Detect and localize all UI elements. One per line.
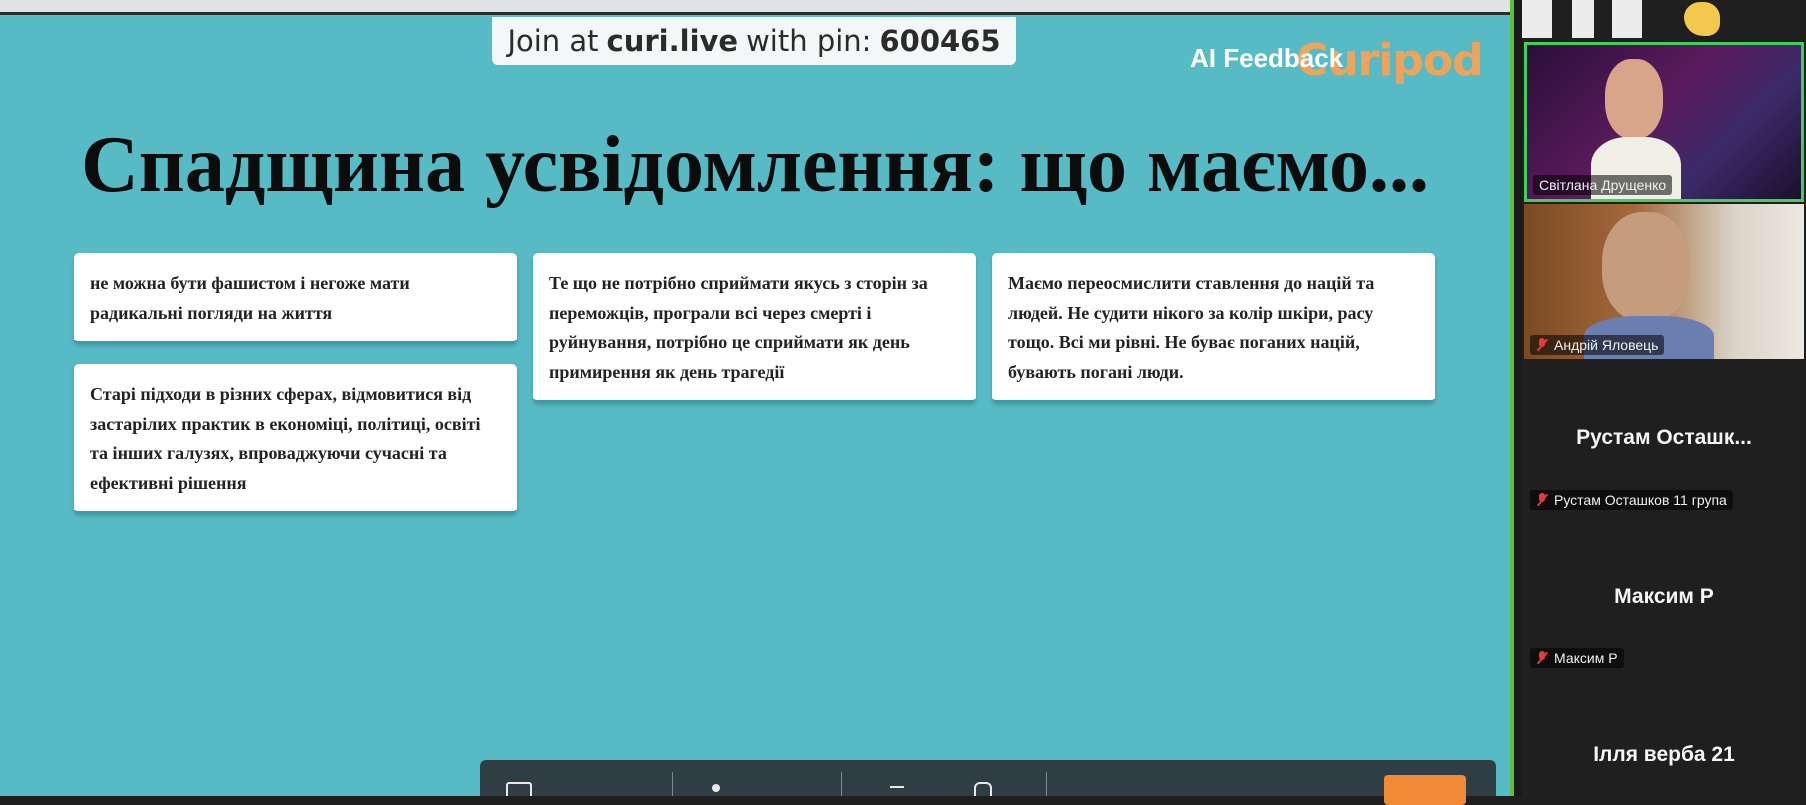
answer-text: Маємо переосмислити ставлення до націй т… bbox=[1008, 273, 1375, 382]
answer-text: не можна бути фашистом і негоже мати рад… bbox=[90, 273, 410, 323]
window-thumbnail[interactable] bbox=[1612, 0, 1642, 38]
join-pin: 600465 bbox=[879, 24, 1001, 58]
video-tile[interactable]: Андрій Яловець bbox=[1524, 204, 1804, 359]
answer-card: не можна бути фашистом і негоже мати рад… bbox=[74, 253, 517, 344]
ai-feedback-button[interactable]: AI Feedback bbox=[1190, 43, 1343, 74]
participant-display-name: Рустам Осташк... bbox=[1576, 426, 1752, 449]
participant-name-tag: Максим Р bbox=[1530, 648, 1624, 668]
answer-text: Те що не потрібно сприймати якусь з стор… bbox=[549, 273, 928, 382]
video-tile[interactable]: Світлана Друщенко bbox=[1524, 42, 1804, 202]
mic-muted-icon bbox=[1536, 493, 1548, 507]
paint-app-icon[interactable] bbox=[1684, 2, 1720, 36]
participant-name: Рустам Осташков 11 група bbox=[1554, 492, 1727, 508]
join-banner: Join at curi.live with pin: 600465 bbox=[492, 17, 1016, 65]
toolbar-divider bbox=[672, 772, 673, 796]
participant-video bbox=[1605, 59, 1663, 139]
window-thumbnail[interactable] bbox=[1522, 0, 1552, 38]
slide-title: Спадщина усвідомлення: що маємо... bbox=[81, 121, 1429, 209]
window-thumbnail[interactable] bbox=[1572, 0, 1594, 38]
participant-video bbox=[1602, 212, 1690, 322]
presentation-slide: Join at curi.live with pin: 600465 Curip… bbox=[0, 15, 1510, 796]
answer-card: Старі підходи в різних сферах, відмовити… bbox=[74, 364, 517, 514]
participant-display-name: Максим Р bbox=[1614, 585, 1714, 608]
arrow-icon[interactable] bbox=[890, 786, 904, 796]
screen-icon[interactable] bbox=[506, 782, 532, 796]
settings-icon[interactable] bbox=[712, 784, 720, 792]
answer-text: Старі підходи в різних сферах, відмовити… bbox=[90, 384, 481, 493]
divider bbox=[1514, 0, 1522, 796]
participants-panel: Світлана Друщенко Андрій Яловець Рустам … bbox=[1522, 0, 1806, 796]
join-prefix: Join at bbox=[507, 24, 599, 58]
next-button[interactable] bbox=[1384, 775, 1466, 805]
join-site: curi.live bbox=[606, 24, 739, 58]
participant-display-name: Ілля верба 21 bbox=[1593, 743, 1735, 766]
participant-name-tag: Світлана Друщенко bbox=[1533, 175, 1673, 195]
presenter-toolbar bbox=[480, 760, 1496, 796]
mic-muted-icon bbox=[1536, 651, 1548, 665]
mic-muted-icon bbox=[1536, 338, 1548, 352]
participant-name: Максим Р bbox=[1554, 650, 1618, 666]
answer-card: Те що не потрібно сприймати якусь з стор… bbox=[533, 253, 976, 403]
toolbar-divider bbox=[841, 772, 842, 796]
top-strip bbox=[0, 0, 1510, 15]
participant-name: Світлана Друщенко bbox=[1539, 177, 1667, 193]
participant-name-tag: Андрій Яловець bbox=[1530, 335, 1665, 355]
heart-icon[interactable] bbox=[974, 782, 992, 796]
join-middle: with pin: bbox=[746, 24, 872, 58]
answer-card: Маємо переосмислити ставлення до націй т… bbox=[992, 253, 1435, 403]
toolbar-divider bbox=[1046, 772, 1047, 796]
participant-name-tag: Рустам Осташков 11 група bbox=[1530, 490, 1733, 510]
participant-name: Андрій Яловець bbox=[1554, 337, 1659, 353]
